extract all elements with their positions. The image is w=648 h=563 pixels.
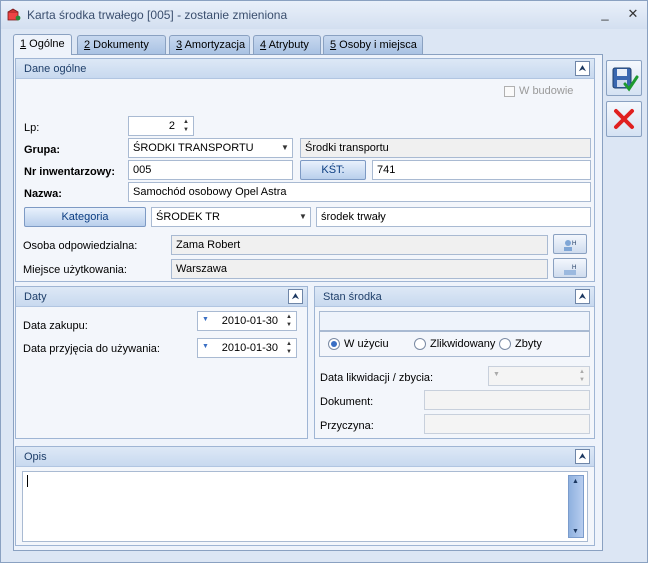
daty-header: Daty ⮝ — [16, 287, 307, 307]
daty-group: Daty ⮝ Data zakupu: ▼ 2010-01-30 ▲ ▼ Data… — [15, 286, 308, 439]
app-icon — [7, 8, 21, 21]
save-button[interactable] — [606, 60, 642, 96]
spin-icon[interactable]: ▲ ▼ — [283, 313, 295, 329]
zbyty-label: Zbyty — [515, 338, 542, 350]
grupa-select[interactable]: ŚRODKI TRANSPORTU ▼ — [128, 138, 293, 158]
przyczyna-label: Przyczyna: — [320, 420, 374, 432]
zlikwidowany-label: Zlikwidowany — [430, 338, 496, 350]
osoba-field: Zama Robert — [171, 235, 548, 255]
collapse-icon[interactable]: ⮝ — [288, 289, 303, 304]
stan-srodka-group: Stan środka ⮝ W użyciu Zlikwidowany Zbyt… — [314, 286, 595, 439]
spin-icon[interactable]: ▲ ▼ — [283, 340, 295, 356]
stan-radio-group: W użyciu Zlikwidowany Zbyty — [319, 331, 590, 357]
data-likwidacji-label: Data likwidacji / zbycia: — [320, 372, 434, 384]
collapse-icon[interactable]: ⮝ — [575, 449, 590, 464]
calendar-dropdown-icon[interactable]: ▼ — [202, 316, 209, 323]
calendar-dropdown-icon: ▼ — [493, 371, 500, 378]
nazwa-field[interactable]: Samochód osobowy Opel Astra — [128, 182, 591, 202]
lp-field[interactable]: 2 ▲ ▼ — [128, 116, 194, 136]
person-icon: H — [564, 240, 576, 251]
kategoria-description[interactable]: środek trwały — [316, 207, 591, 227]
calendar-dropdown-icon[interactable]: ▼ — [202, 343, 209, 350]
nr-inwentarzowy-field[interactable]: 005 — [128, 160, 293, 180]
collapse-icon[interactable]: ⮝ — [575, 61, 590, 76]
data-likwidacji-field: ▼ ▲ ▼ — [488, 366, 590, 386]
spin-icon[interactable]: ▲ ▼ — [180, 118, 192, 134]
nr-inwentarzowy-label: Nr inwentarzowy: — [24, 166, 116, 178]
miejsce-label: Miejsce użytkowania: — [23, 264, 127, 276]
daty-title: Daty — [24, 291, 47, 303]
kst-field[interactable]: 741 — [372, 160, 591, 180]
w-uzyciu-label: W użyciu — [344, 338, 389, 350]
grupa-label: Grupa: — [24, 144, 61, 156]
osoba-label: Osoba odpowiedzialna: — [23, 240, 138, 252]
miejsce-field: Warszawa — [171, 259, 548, 279]
opis-header: Opis ⮝ — [16, 447, 594, 467]
svg-text:H: H — [572, 241, 576, 247]
w-budowie-label: W budowie — [519, 85, 574, 97]
collapse-icon[interactable]: ⮝ — [575, 289, 590, 304]
kategoria-button[interactable]: Kategoria — [24, 207, 146, 227]
radio-zbyty[interactable] — [499, 338, 511, 350]
w-budowie-checkbox[interactable] — [504, 86, 515, 97]
radio-zlikwidowany[interactable] — [414, 338, 426, 350]
tab-atrybuty[interactable]: 4 Atrybuty — [253, 35, 321, 54]
kategoria-select[interactable]: ŚRODEK TR ▼ — [151, 207, 311, 227]
cancel-icon — [614, 109, 634, 129]
svg-text:H: H — [572, 265, 576, 271]
data-zakupu-label: Data zakupu: — [23, 320, 88, 332]
opis-textarea[interactable]: ▲ ▼ — [22, 471, 588, 542]
title-bar: Karta środka trwałego [005] - zostanie z… — [1, 1, 647, 29]
osoba-lookup-button[interactable]: H — [553, 234, 587, 254]
minimize-icon[interactable]: _ — [597, 6, 613, 22]
location-icon: H — [564, 265, 576, 275]
stan-srodka-header: Stan środka ⮝ — [315, 287, 594, 307]
radio-w-uzyciu[interactable] — [328, 338, 340, 350]
tab-ogolne[interactable]: 1 Ogólne — [13, 34, 72, 55]
dokument-field — [424, 390, 590, 410]
przyczyna-field — [424, 414, 590, 434]
scroll-down-icon[interactable]: ▼ — [572, 528, 579, 535]
dane-ogolne-group: Dane ogólne ⮝ W budowie Lp: 2 ▲ ▼ Grupa: … — [15, 58, 595, 282]
dane-ogolne-header: Dane ogólne ⮝ — [16, 59, 594, 79]
spin-icon: ▲ ▼ — [579, 369, 585, 383]
opis-group: Opis ⮝ ▲ ▼ — [15, 446, 595, 546]
chevron-down-icon[interactable]: ▼ — [298, 212, 308, 222]
grupa-description: Środki transportu — [300, 138, 591, 158]
lp-label: Lp: — [24, 122, 40, 134]
scrollbar[interactable]: ▲ ▼ — [568, 475, 584, 538]
tab-page-ogolne: Dane ogólne ⮝ W budowie Lp: 2 ▲ ▼ Grupa: … — [13, 54, 603, 551]
tab-dokumenty[interactable]: 2 Dokumenty — [77, 35, 166, 54]
cancel-button[interactable] — [606, 101, 642, 137]
data-przyjecia-label: Data przyjęcia do używania: — [23, 343, 160, 355]
kst-button[interactable]: KŚT: — [300, 160, 366, 180]
save-icon — [612, 67, 639, 92]
scroll-up-icon[interactable]: ▲ — [572, 478, 579, 485]
stan-srodka-title: Stan środka — [323, 291, 382, 303]
text-cursor — [27, 475, 28, 487]
data-zakupu-field[interactable]: ▼ 2010-01-30 ▲ ▼ — [197, 311, 297, 331]
data-przyjecia-field[interactable]: ▼ 2010-01-30 ▲ ▼ — [197, 338, 297, 358]
dokument-label: Dokument: — [320, 396, 374, 408]
chevron-down-icon[interactable]: ▼ — [280, 143, 290, 153]
nazwa-label: Nazwa: — [24, 188, 62, 200]
stan-top-bar — [319, 311, 590, 331]
close-icon[interactable]: ✕ — [625, 6, 641, 22]
tab-amortyzacja[interactable]: 3 Amortyzacja — [169, 35, 250, 54]
tab-osoby-i-miejsca[interactable]: 5 Osoby i miejsca — [323, 35, 423, 54]
miejsce-lookup-button[interactable]: H — [553, 258, 587, 278]
dane-ogolne-title: Dane ogólne — [24, 63, 87, 75]
window-title: Karta środka trwałego [005] - zostanie z… — [27, 8, 288, 22]
window: Karta środka trwałego [005] - zostanie z… — [0, 0, 648, 563]
opis-title: Opis — [24, 451, 47, 463]
